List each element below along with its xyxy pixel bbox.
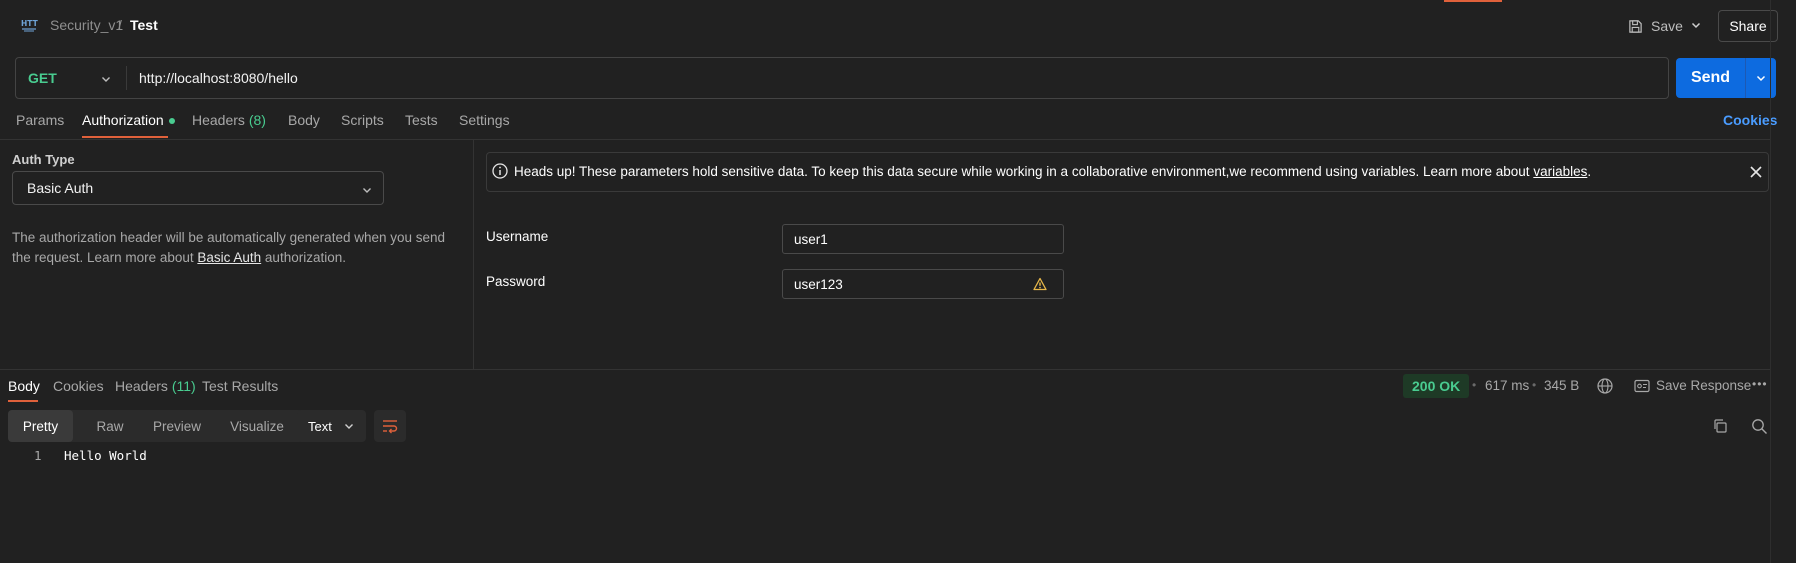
line-number: 1 bbox=[34, 448, 42, 463]
url-input[interactable]: http://localhost:8080/hello bbox=[139, 58, 298, 98]
save-label: Save bbox=[1651, 18, 1683, 34]
active-tab-underline bbox=[82, 136, 168, 138]
username-input[interactable]: user1 bbox=[782, 224, 1064, 254]
password-label: Password bbox=[486, 274, 546, 289]
auth-panel-divider bbox=[473, 140, 474, 369]
status-badge[interactable]: 200 OK bbox=[1403, 374, 1470, 398]
format-select[interactable]: Text bbox=[297, 410, 366, 442]
close-icon[interactable] bbox=[1749, 165, 1763, 179]
view-mode-pretty[interactable]: Pretty bbox=[8, 410, 73, 442]
save-response-label: Save Response bbox=[1656, 378, 1752, 393]
url-bar: GET http://localhost:8080/hello bbox=[15, 57, 1669, 99]
sensitive-data-banner: Heads up! These parameters hold sensitiv… bbox=[486, 152, 1769, 192]
basic-auth-link[interactable]: Basic Auth bbox=[197, 250, 261, 265]
method-select[interactable]: GET bbox=[28, 58, 57, 98]
auth-type-value: Basic Auth bbox=[27, 180, 94, 196]
tab-headers-label: Headers bbox=[192, 112, 245, 128]
url-divider bbox=[126, 66, 127, 90]
response-tab-cookies[interactable]: Cookies bbox=[53, 378, 104, 394]
view-mode-visualize[interactable]: Visualize bbox=[218, 410, 296, 442]
send-button[interactable]: Send bbox=[1676, 58, 1745, 98]
active-tab-accent bbox=[1444, 0, 1502, 2]
response-tab-test-results[interactable]: Test Results bbox=[202, 378, 278, 394]
svg-text:HTTP: HTTP bbox=[21, 19, 38, 28]
tab-tests[interactable]: Tests bbox=[405, 112, 438, 128]
more-options-icon[interactable]: ••• bbox=[1752, 377, 1768, 391]
chevron-down-icon bbox=[343, 420, 355, 432]
response-headers-count: (11) bbox=[171, 378, 196, 394]
response-body-line[interactable]: Hello World bbox=[64, 448, 147, 463]
format-value: Text bbox=[308, 419, 332, 434]
http-icon: HTTP bbox=[20, 17, 38, 33]
info-icon bbox=[491, 162, 509, 180]
share-button[interactable]: Share bbox=[1718, 10, 1778, 42]
auth-description-end: authorization. bbox=[261, 250, 346, 265]
password-input[interactable]: user123 bbox=[782, 269, 1064, 299]
response-size[interactable]: 345 B bbox=[1544, 378, 1579, 393]
globe-icon[interactable] bbox=[1596, 377, 1614, 395]
tab-settings[interactable]: Settings bbox=[459, 112, 510, 128]
request-header: HTTP Security_v1 / Test Save Share bbox=[0, 0, 1796, 50]
tab-headers[interactable]: Headers (8) bbox=[192, 112, 266, 128]
auth-type-select[interactable]: Basic Auth bbox=[12, 171, 384, 205]
password-value: user123 bbox=[794, 277, 843, 292]
response-tab-underline bbox=[8, 400, 38, 402]
response-time[interactable]: 617 ms bbox=[1485, 378, 1529, 393]
view-mode-preview[interactable]: Preview bbox=[141, 410, 213, 442]
save-response-icon bbox=[1634, 379, 1650, 393]
breadcrumb-collection[interactable]: Security_v1 bbox=[50, 17, 123, 33]
username-value: user1 bbox=[794, 232, 828, 247]
scrollbar-track[interactable] bbox=[1770, 0, 1771, 563]
banner-period: . bbox=[1587, 164, 1592, 179]
save-icon bbox=[1628, 19, 1643, 34]
breadcrumb-separator: / bbox=[118, 17, 122, 33]
wrap-lines-icon[interactable] bbox=[374, 410, 406, 442]
variables-link[interactable]: variables bbox=[1533, 164, 1587, 179]
tab-authorization-label: Authorization bbox=[82, 112, 164, 128]
copy-icon[interactable] bbox=[1712, 418, 1728, 434]
view-mode-raw[interactable]: Raw bbox=[79, 410, 141, 442]
auth-description: The authorization header will be automat… bbox=[12, 228, 462, 268]
warning-icon[interactable] bbox=[1033, 277, 1047, 291]
tab-scripts[interactable]: Scripts bbox=[341, 112, 384, 128]
banner-message: Heads up! These parameters hold sensitiv… bbox=[514, 164, 1534, 179]
save-button[interactable]: Save bbox=[1628, 13, 1683, 39]
search-icon[interactable] bbox=[1751, 418, 1768, 435]
username-label: Username bbox=[486, 229, 549, 244]
response-tab-headers[interactable]: Headers (11) bbox=[115, 378, 196, 394]
meta-separator: • bbox=[1532, 378, 1537, 392]
save-options-chevron-icon[interactable] bbox=[1690, 19, 1702, 31]
meta-separator: • bbox=[1472, 378, 1477, 392]
response-tab-headers-label: Headers bbox=[115, 378, 168, 394]
view-mode-group: Pretty Raw Preview Visualize bbox=[8, 410, 320, 442]
send-options-chevron-icon[interactable] bbox=[1746, 58, 1776, 98]
response-divider bbox=[0, 369, 1770, 370]
auth-type-label: Auth Type bbox=[12, 152, 75, 167]
auth-active-dot bbox=[168, 118, 175, 125]
tab-params[interactable]: Params bbox=[16, 112, 64, 128]
tab-body[interactable]: Body bbox=[288, 112, 320, 128]
save-response-button[interactable]: Save Response bbox=[1634, 378, 1751, 393]
breadcrumb-request-name[interactable]: Test bbox=[130, 17, 158, 33]
banner-text: Heads up! These parameters hold sensitiv… bbox=[514, 164, 1591, 179]
response-tab-body[interactable]: Body bbox=[8, 378, 40, 394]
tabs-divider bbox=[0, 139, 1770, 140]
chevron-down-icon bbox=[361, 184, 373, 196]
chevron-down-icon[interactable] bbox=[100, 73, 112, 85]
tab-authorization[interactable]: Authorization bbox=[82, 112, 175, 128]
headers-count: (8) bbox=[248, 112, 266, 128]
